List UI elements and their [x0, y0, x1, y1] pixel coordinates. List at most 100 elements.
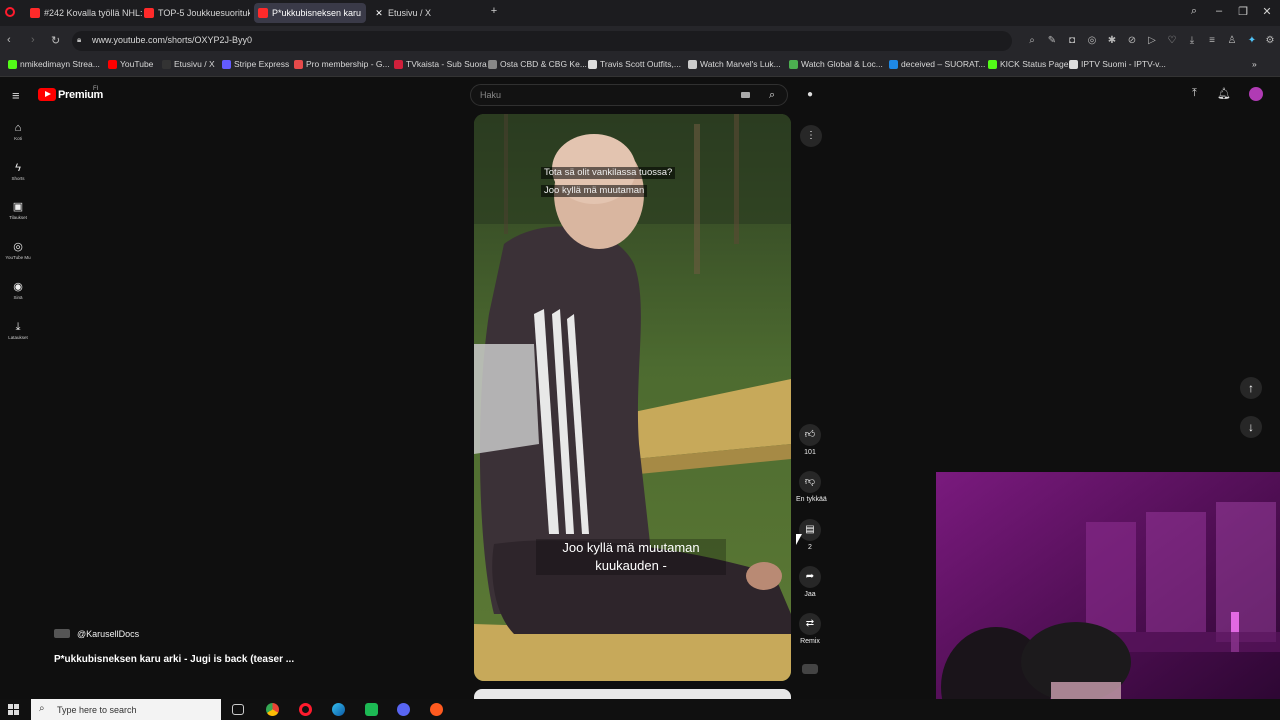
- bookmark-7[interactable]: Travis Scott Outfits,...: [588, 59, 681, 69]
- bookmark-5[interactable]: TVkaista - Sub Suora: [394, 59, 487, 69]
- nav-you[interactable]: ◉ Sinä: [0, 280, 36, 300]
- x-icon: [162, 60, 171, 69]
- bookmark-4[interactable]: Pro membership - G...: [294, 59, 390, 69]
- downloads-icon: ⤓: [15, 321, 21, 333]
- video-title[interactable]: P*ukkubisneksen karu arki - Jugi is back…: [54, 654, 294, 665]
- bookmark-11[interactable]: KICK Status Page: [988, 59, 1069, 69]
- bookmark-0[interactable]: nmikedimayn Strea...: [8, 59, 100, 69]
- share-button[interactable]: ➦ Jaa: [796, 566, 824, 598]
- windows-start-icon[interactable]: [8, 704, 19, 715]
- app-green-icon[interactable]: [365, 703, 378, 716]
- new-tab-button[interactable]: +: [486, 5, 502, 17]
- youtube-icon: [108, 60, 117, 69]
- bookmark-8[interactable]: Watch Marvel's Luk...: [688, 59, 781, 69]
- settings-icon[interactable]: ⚙: [1264, 35, 1276, 46]
- nav-label: Koti: [14, 136, 22, 141]
- tab-2-active[interactable]: P*ukkubisneksen karu: [254, 3, 366, 23]
- extension-icon[interactable]: ✱: [1106, 35, 1118, 46]
- you-icon: ◉: [13, 281, 23, 293]
- tab-3[interactable]: ✕ Etusivu / X: [370, 3, 460, 23]
- minimize-icon[interactable]: –: [1211, 5, 1227, 17]
- adblock-icon[interactable]: ⊘: [1126, 35, 1138, 46]
- mouse-cursor-icon: [796, 534, 802, 545]
- search-icon[interactable]: ⌕: [769, 89, 775, 102]
- globe-icon: [488, 60, 497, 69]
- task-view-icon[interactable]: [232, 704, 244, 715]
- video-frame-image: [474, 114, 791, 681]
- more-options-icon[interactable]: ⋮: [800, 125, 822, 147]
- dislike-button[interactable]: 👎︎ En tykkää: [796, 471, 827, 503]
- globe-icon: [688, 60, 697, 69]
- tab-title: #242 Kovalla työllä NHL:st: [44, 8, 142, 18]
- tab-title: P*ukkubisneksen karu: [272, 8, 362, 18]
- tab-1[interactable]: TOP-5 Joukkuesuorituks: [140, 3, 250, 23]
- nav-downloads[interactable]: ⤓ Lataukset: [0, 320, 36, 340]
- bookmark-12[interactable]: IPTV Suomi - IPTV-v...: [1069, 59, 1166, 69]
- grid-icon: [1069, 60, 1078, 69]
- pin-icon: [294, 60, 303, 69]
- aria-icon[interactable]: ✦: [1246, 35, 1258, 46]
- nav-shorts[interactable]: ϟ Shorts: [0, 161, 36, 181]
- bookmarks-more-icon[interactable]: »: [1252, 59, 1257, 69]
- zoom-icon[interactable]: ⌕: [1026, 35, 1038, 46]
- subscriptions-icon: ▣: [12, 201, 24, 213]
- remix-button[interactable]: ⇄ Remix: [796, 613, 824, 645]
- bookmark-10[interactable]: deceived – SUORAT...: [889, 59, 985, 69]
- bookmark-1[interactable]: YouTube: [108, 59, 153, 69]
- channel-handle[interactable]: @KarusellDocs: [77, 629, 139, 639]
- sound-thumbnail[interactable]: [802, 664, 818, 674]
- channel-avatar[interactable]: [54, 629, 70, 638]
- deceived-icon: [889, 60, 898, 69]
- nav-music[interactable]: ◎ YouTube Mu: [0, 240, 36, 260]
- profile-icon[interactable]: ♙: [1226, 35, 1238, 46]
- player-icon[interactable]: ▷: [1146, 35, 1158, 46]
- opera-icon[interactable]: [299, 703, 312, 716]
- url-field[interactable]: 🔒︎ www.youtube.com/shorts/OXYP2J-Byy0: [72, 31, 1012, 51]
- bookmark-3[interactable]: Stripe Express: [222, 59, 289, 69]
- keyboard-icon[interactable]: [741, 92, 750, 98]
- edit-icon[interactable]: ✎: [1046, 35, 1058, 46]
- next-short-preview[interactable]: [474, 689, 791, 699]
- vpn-icon[interactable]: ◎: [1086, 35, 1098, 46]
- maximize-icon[interactable]: ❐: [1235, 5, 1251, 18]
- nav-home[interactable]: ⌂ Koti: [0, 121, 36, 141]
- upload-icon[interactable]: ⤒: [1192, 87, 1197, 100]
- kick-icon: [8, 60, 17, 69]
- notifications-bell-icon[interactable]: 🔔︎: [1217, 87, 1231, 100]
- bookmark-9[interactable]: Watch Global & Loc...: [789, 59, 883, 69]
- hamburger-menu-icon[interactable]: ≡: [12, 88, 24, 103]
- camera-icon[interactable]: ◘: [1066, 35, 1078, 46]
- account-avatar[interactable]: [1249, 87, 1263, 101]
- microphone-icon[interactable]: ●: [802, 87, 818, 103]
- chrome-icon[interactable]: [266, 703, 279, 716]
- reload-icon[interactable]: ↻: [51, 34, 60, 47]
- search-placeholder: Haku: [480, 90, 502, 100]
- caption-line: Joo kyllä mä muutaman: [541, 185, 648, 197]
- bookmark-6[interactable]: Osta CBD & CBG Ke...: [488, 59, 587, 69]
- back-icon[interactable]: ‹: [7, 34, 11, 46]
- like-button[interactable]: 👍︎ 101: [796, 424, 824, 456]
- menu-easy-setup-icon[interactable]: ≡: [1206, 35, 1218, 46]
- arrow-up-icon: ↑: [1248, 381, 1254, 395]
- tab-0[interactable]: #242 Kovalla työllä NHL:st: [26, 3, 142, 23]
- opera-logo-icon[interactable]: [5, 7, 15, 17]
- download-icon[interactable]: ⤓: [1186, 35, 1198, 46]
- edge-icon[interactable]: [332, 703, 345, 716]
- search-input[interactable]: Haku ⌕: [470, 84, 788, 106]
- next-short-button[interactable]: ↓: [1240, 416, 1262, 438]
- previous-short-button[interactable]: ↑: [1240, 377, 1262, 399]
- bookmarks-bar: nmikedimayn Strea... YouTube Etusivu / X…: [0, 56, 1280, 77]
- youtube-logo-icon[interactable]: [38, 88, 56, 101]
- forward-icon[interactable]: ›: [31, 34, 35, 46]
- share-icon: ➦: [799, 566, 821, 588]
- app-orange-icon[interactable]: [430, 703, 443, 716]
- close-window-icon[interactable]: ✕: [1259, 5, 1275, 18]
- short-video-player[interactable]: [474, 114, 791, 681]
- thumbs-up-icon: 👍︎: [799, 424, 821, 446]
- heart-icon[interactable]: ♡: [1166, 35, 1178, 46]
- search-tabs-icon[interactable]: ⌕: [1186, 5, 1202, 18]
- bookmark-2[interactable]: Etusivu / X: [162, 59, 215, 69]
- taskbar-search-input[interactable]: ⌕ Type here to search: [31, 699, 221, 720]
- discord-icon[interactable]: [397, 703, 410, 716]
- nav-subscriptions[interactable]: ▣ Tilaukset: [0, 200, 36, 220]
